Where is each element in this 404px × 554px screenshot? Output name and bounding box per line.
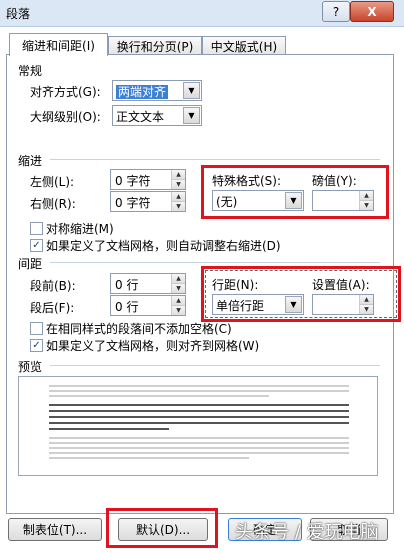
chevron-down-icon[interactable]: ▼ [183,107,200,124]
snap-to-grid-label: 如果定义了文档网格，则对齐到网格(W) [46,339,260,353]
preview-line [49,457,249,459]
mirror-indents-checkbox[interactable] [30,222,43,235]
tabs-button[interactable]: 制表位(T)... [8,518,102,541]
chevron-down-icon[interactable]: ▼ [183,82,200,99]
by-label: 磅值(Y): [312,174,357,188]
no-space-same-style-checkbox[interactable] [30,322,43,335]
no-space-same-style-label: 在相同样式的段落间不添加空格(C) [46,322,232,336]
outline-label: 大纲级别(O): [30,110,101,124]
after-value: 0 行 [115,300,139,314]
auto-right-indent-checkbox[interactable]: ✓ [30,239,43,252]
spacing-divider [50,262,380,263]
preview-line [49,428,169,430]
preview-line [49,404,349,406]
preview-divider [50,365,380,366]
window-title: 段落 [6,7,31,21]
at-spinner[interactable]: ▲ ▼ [312,294,374,315]
spin-up-icon[interactable]: ▲ [172,274,185,284]
spin-up-icon[interactable]: ▲ [172,296,185,306]
space-before-spinner[interactable]: 0 行 ▲ ▼ [110,273,186,294]
default-button[interactable]: 默认(D)... [118,518,208,541]
spin-down-icon[interactable]: ▼ [172,202,185,211]
spin-down-icon[interactable]: ▼ [360,201,373,210]
right-indent-label: 右侧(R): [30,197,76,211]
preview-line [49,452,349,454]
preview-line [49,447,349,449]
spin-down-icon[interactable]: ▼ [172,306,185,315]
preview-line [49,385,349,387]
indent-divider [50,159,380,160]
alignment-label: 对齐方式(G): [30,85,101,99]
auto-right-indent-label: 如果定义了文档网格，则自动调整右缩进(D) [46,239,281,253]
help-button[interactable]: ? [322,1,350,22]
preview-line [49,390,349,392]
spacing-section-label: 间距 [18,257,43,271]
indent-section-label: 缩进 [18,154,43,168]
right-indent-value: 0 字符 [115,196,151,210]
spin-up-icon[interactable]: ▲ [172,192,185,202]
preview-line [49,437,349,439]
before-label: 段前(B): [30,279,76,293]
chevron-down-icon[interactable]: ▼ [285,192,302,209]
outline-level-select[interactable]: 正文文本 ▼ [112,105,202,126]
spin-up-icon[interactable]: ▲ [172,170,185,180]
mirror-indents-label: 对称缩进(M) [46,222,114,236]
snap-to-grid-checkbox[interactable]: ✓ [30,339,43,352]
special-indent-select[interactable]: (无) ▼ [212,190,304,211]
spin-down-icon[interactable]: ▼ [172,180,185,189]
tab-line-page-breaks[interactable]: 换行和分页(P) [108,36,202,55]
space-after-spinner[interactable]: 0 行 ▲ ▼ [110,295,186,316]
line-spacing-value: 单倍行距 [216,299,265,313]
alignment-value: 两端对齐 [116,85,169,99]
preview-line [49,442,349,444]
preview-line [49,395,269,397]
special-label: 特殊格式(S): [212,174,282,188]
at-label: 设置值(A): [312,278,370,292]
left-indent-label: 左侧(L): [30,175,75,189]
chevron-down-icon[interactable]: ▼ [285,296,302,313]
tab-indents-spacing[interactable]: 缩进和间距(I) [9,33,108,56]
left-indent-value: 0 字符 [115,174,151,188]
tab-asian-typography[interactable]: 中文版式(H) [202,36,286,55]
preview-pane [18,376,378,476]
spin-down-icon[interactable]: ▼ [172,284,185,293]
line-spacing-select[interactable]: 单倍行距 ▼ [212,294,304,315]
line-spacing-label: 行距(N): [212,278,259,292]
after-label: 段后(F): [30,301,75,315]
before-value: 0 行 [115,278,139,292]
outline-value: 正文文本 [116,110,165,124]
preview-line [49,416,349,418]
left-indent-spinner[interactable]: 0 字符 ▲ ▼ [110,169,186,190]
spin-up-icon[interactable]: ▲ [360,191,373,201]
by-spinner[interactable]: ▲ ▼ [312,190,374,211]
preview-line [49,410,349,412]
right-indent-spinner[interactable]: 0 字符 ▲ ▼ [110,191,186,212]
preview-line [49,422,349,424]
preview-section-label: 预览 [18,360,43,374]
spin-down-icon[interactable]: ▼ [360,305,373,314]
special-value: (无) [216,195,238,209]
alignment-select[interactable]: 两端对齐 ▼ [112,80,202,101]
general-section-label: 常规 [18,64,43,78]
close-button[interactable]: X [350,1,394,22]
spin-up-icon[interactable]: ▲ [360,295,373,305]
watermark: 头条号 / 爱玩电脑 [235,522,379,543]
